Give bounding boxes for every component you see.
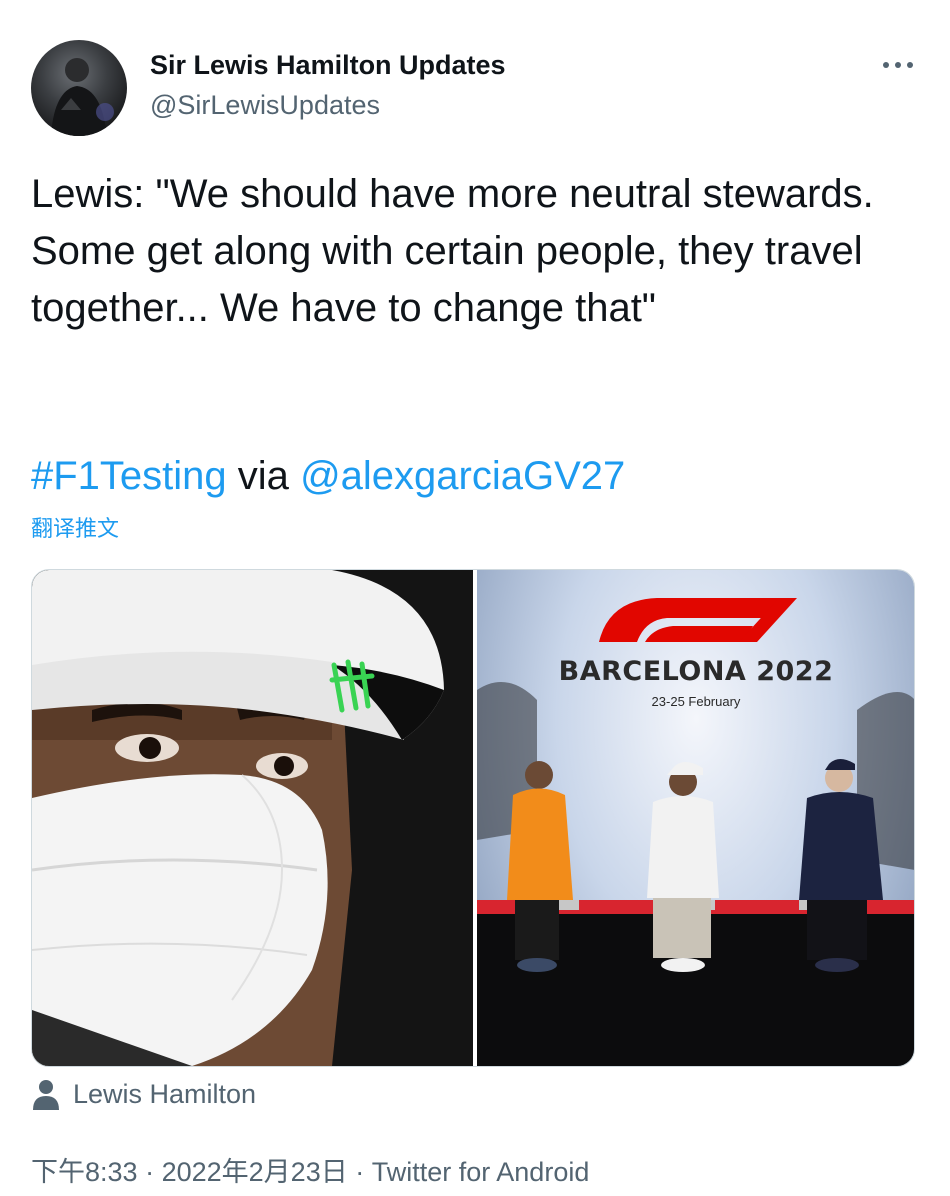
tweet-meta: 下午8:33 · 2022年2月23日 · Twitter for Androi… — [31, 1150, 589, 1189]
press-conference-image — [477, 598, 914, 1066]
media-photo-portrait[interactable] — [32, 570, 473, 1066]
hashtag-link[interactable]: #F1Testing — [31, 454, 227, 498]
more-dots-icon — [883, 62, 913, 68]
mention-link[interactable]: @alexgarciaGV27 — [300, 454, 625, 498]
tagged-person-name: Lewis Hamilton — [73, 1078, 257, 1109]
tweet-date[interactable]: 2022年2月23日 — [162, 1157, 348, 1187]
tweet-tags-line: #F1Testing via @alexgarciaGV27 — [31, 448, 625, 505]
more-options-button[interactable] — [878, 50, 918, 80]
meta-separator-1: · — [145, 1157, 155, 1187]
meta-separator-2: · — [355, 1157, 365, 1187]
tweet-media: BARCELONA 2022 23-25 February — [31, 569, 915, 1067]
author-display-name[interactable]: Sir Lewis Hamilton Updates — [150, 50, 506, 81]
author-avatar[interactable] — [31, 40, 127, 136]
avatar-photo — [51, 58, 114, 136]
tweet-text: Lewis: "We should have more neutral stew… — [31, 166, 911, 337]
tweet-source[interactable]: Twitter for Android — [372, 1157, 590, 1187]
translate-tweet-link[interactable]: 翻译推文 — [31, 511, 119, 543]
media-photo-press-conference[interactable]: BARCELONA 2022 23-25 February — [477, 570, 914, 1066]
portrait-image — [32, 570, 473, 1066]
banner-title: BARCELONA 2022 — [558, 656, 834, 687]
banner-dates: 23-25 February — [651, 694, 741, 709]
media-tagged-person[interactable]: Lewis Hamilton — [31, 1078, 256, 1110]
person-icon — [33, 1080, 59, 1110]
tweet-time[interactable]: 下午8:33 — [31, 1157, 138, 1187]
via-text: via — [237, 454, 289, 498]
author-handle[interactable]: @SirLewisUpdates — [150, 90, 380, 121]
tweet-quote: Lewis: "We should have more neutral stew… — [31, 172, 874, 330]
